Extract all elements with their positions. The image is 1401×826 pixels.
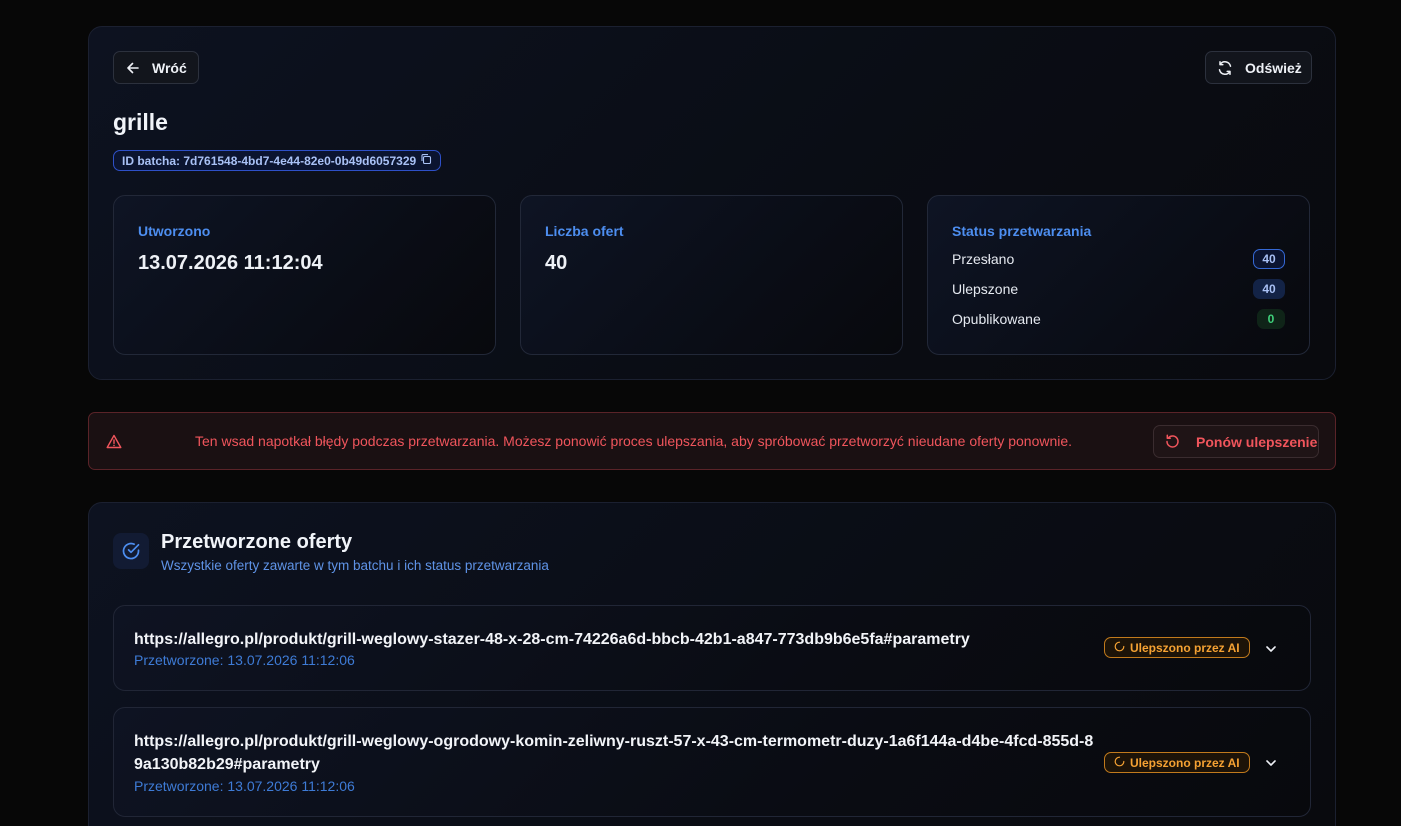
batch-id-text: ID batcha: 7d761548-4bd7-4e44-82e0-0b49d… (122, 153, 417, 168)
refresh-icon (1217, 60, 1233, 76)
offer-processed-date: Przetworzone: 13.07.2026 11:12:06 (134, 652, 355, 668)
offers-count-label: Liczba ofert (545, 223, 624, 239)
batch-header-card: Wróć Odśwież grille ID batcha: 7d761548-… (88, 26, 1336, 380)
status-row-enhanced: Ulepszone 40 (952, 278, 1285, 300)
offers-count-card: Liczba ofert 40 (520, 195, 903, 355)
processed-offers-card: Przetworzone oferty Wszystkie oferty zaw… (88, 502, 1336, 826)
chevron-down-icon[interactable] (1264, 756, 1278, 775)
batch-id-badge: ID batcha: 7d761548-4bd7-4e44-82e0-0b49d… (113, 150, 442, 171)
chevron-down-icon[interactable] (1264, 642, 1278, 661)
check-circle-icon (113, 533, 149, 569)
retry-enhancement-button[interactable]: Ponów ulepszenie (1153, 425, 1319, 458)
back-label: Wróć (152, 59, 187, 76)
ai-badge-label: Ulepszono przez AI (1130, 640, 1240, 655)
status-uploaded-count: 40 (1253, 249, 1285, 269)
ai-badge-label: Ulepszono przez AI (1130, 755, 1240, 770)
offer-url[interactable]: https://allegro.pl/produkt/grill-weglowy… (134, 730, 1094, 776)
ai-enhanced-badge: Ulepszono przez AI (1104, 752, 1250, 773)
status-enhanced-count: 40 (1253, 279, 1285, 299)
status-published-label: Opublikowane (952, 311, 1041, 327)
back-button[interactable]: Wróć (113, 51, 199, 84)
status-published-count: 0 (1257, 309, 1285, 329)
loader-icon (1114, 641, 1125, 655)
section-title: Przetworzone oferty (161, 531, 353, 553)
section-subtitle: Wszystkie oferty zawarte w tym batchu i … (161, 558, 549, 573)
warning-triangle-icon (106, 434, 122, 454)
status-enhanced-label: Ulepszone (952, 281, 1019, 297)
status-row-uploaded: Przesłano 40 (952, 248, 1285, 270)
page-title: grille (113, 109, 168, 135)
copy-icon[interactable] (420, 153, 432, 168)
processing-status-card: Status przetwarzania Przesłano 40 Ulepsz… (927, 195, 1310, 355)
created-value: 13.07.2026 11:12:04 (138, 252, 323, 274)
status-row-published: Opublikowane 0 (952, 308, 1285, 330)
created-label: Utworzono (138, 223, 211, 239)
error-alert: Ten wsad napotkał błędy podczas przetwar… (88, 412, 1336, 470)
processing-status-label: Status przetwarzania (952, 223, 1092, 239)
offer-item[interactable]: https://allegro.pl/produkt/grill-weglowy… (113, 707, 1311, 817)
error-alert-message: Ten wsad napotkał błędy podczas przetwar… (195, 433, 1073, 449)
loader-icon (1114, 756, 1125, 770)
offers-count-value: 40 (545, 252, 568, 274)
offer-url[interactable]: https://allegro.pl/produkt/grill-weglowy… (134, 628, 1094, 651)
created-stat-card: Utworzono 13.07.2026 11:12:04 (113, 195, 496, 355)
arrow-left-icon (126, 61, 140, 75)
retry-icon (1165, 434, 1180, 449)
retry-enhancement-label: Ponów ulepszenie (1196, 433, 1318, 450)
refresh-button[interactable]: Odśwież (1205, 51, 1312, 84)
offer-item[interactable]: https://allegro.pl/produkt/grill-weglowy… (113, 605, 1311, 691)
offer-processed-date: Przetworzone: 13.07.2026 11:12:06 (134, 778, 355, 794)
status-uploaded-label: Przesłano (952, 251, 1015, 267)
refresh-label: Odśwież (1245, 59, 1302, 76)
ai-enhanced-badge: Ulepszono przez AI (1104, 637, 1250, 658)
